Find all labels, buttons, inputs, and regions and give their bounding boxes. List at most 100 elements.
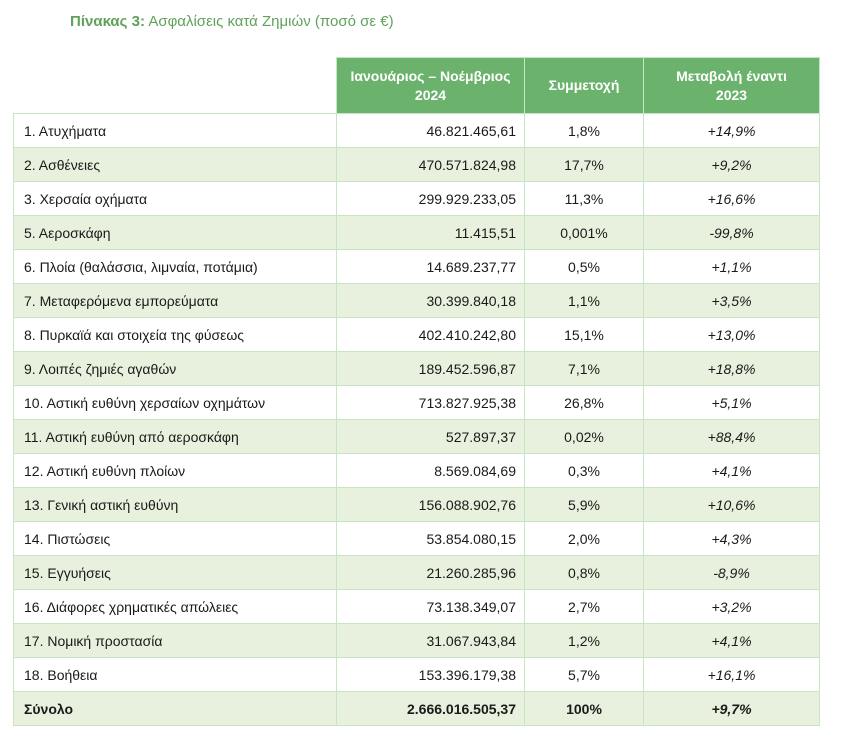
row-category: 13. Γενική αστική ευθύνη <box>13 487 337 522</box>
row-amount: 14.689.237,77 <box>336 249 525 284</box>
table-row: 5. Αεροσκάφη 11.415,51 0,001% -99,8% <box>13 215 820 250</box>
row-change: +88,4% <box>643 419 820 454</box>
table-row: 2. Ασθένειες 470.571.824,98 17,7% +9,2% <box>13 147 820 182</box>
header-period-line1: Ιανουάριος – Νοέμβριος <box>350 67 511 84</box>
row-share: 0,5% <box>524 249 644 284</box>
row-amount: 46.821.465,61 <box>336 113 525 148</box>
row-change: +16,6% <box>643 181 820 216</box>
table-row: 1. Ατυχήματα 46.821.465,61 1,8% +14,9% <box>13 113 820 148</box>
row-amount: 30.399.840,18 <box>336 283 525 318</box>
row-change: +13,0% <box>643 317 820 352</box>
header-change-line1: Μεταβολή έναντι <box>676 67 787 84</box>
row-category: 8. Πυρκαϊά και στοιχεία της φύσεως <box>13 317 337 352</box>
row-share: 0,001% <box>524 215 644 250</box>
row-category: 17. Νομική προστασία <box>13 623 337 658</box>
insurance-table: Ιανουάριος – Νοέμβριος 2024 Συμμετοχή Με… <box>13 57 820 726</box>
row-amount: 299.929.233,05 <box>336 181 525 216</box>
row-amount: 21.260.285,96 <box>336 555 525 590</box>
table-row: 17. Νομική προστασία 31.067.943,84 1,2% +4,… <box>13 623 820 658</box>
total-share: 100% <box>524 691 644 726</box>
row-amount: 713.827.925,38 <box>336 385 525 420</box>
row-amount: 189.452.596,87 <box>336 351 525 386</box>
table-row: 10. Αστική ευθύνη χερσαίων οχημάτων 713.8… <box>13 385 820 420</box>
row-change: -8,9% <box>643 555 820 590</box>
row-share: 0,8% <box>524 555 644 590</box>
row-change: -99,8% <box>643 215 820 250</box>
row-category: 1. Ατυχήματα <box>13 113 337 148</box>
row-change: +1,1% <box>643 249 820 284</box>
table-row: 15. Εγγυήσεις 21.260.285,96 0,8% -8,9% <box>13 555 820 590</box>
table-row: 3. Χερσαία οχήματα 299.929.233,05 11,3% +16… <box>13 181 820 216</box>
row-category: 16. Διάφορες χρηματικές απώλειες <box>13 589 337 624</box>
table-row: 16. Διάφορες χρηματικές απώλειες 73.138.3… <box>13 589 820 624</box>
row-change: +4,3% <box>643 521 820 556</box>
table-row: 12. Αστική ευθύνη πλοίων 8.569.084,69 0,3%… <box>13 453 820 488</box>
row-share: 0,02% <box>524 419 644 454</box>
row-category: 18. Βοήθεια <box>13 657 337 692</box>
table-row: 14. Πιστώσεις 53.854.080,15 2,0% +4,3% <box>13 521 820 556</box>
row-share: 0,3% <box>524 453 644 488</box>
row-amount: 8.569.084,69 <box>336 453 525 488</box>
header-share: Συμμετοχή <box>524 57 644 114</box>
row-share: 2,0% <box>524 521 644 556</box>
row-share: 11,3% <box>524 181 644 216</box>
total-category: Σύνολο <box>13 691 337 726</box>
row-change: +9,2% <box>643 147 820 182</box>
row-share: 1,1% <box>524 283 644 318</box>
row-change: +18,8% <box>643 351 820 386</box>
table-row: 13. Γενική αστική ευθύνη 156.088.902,76 5,… <box>13 487 820 522</box>
row-amount: 53.854.080,15 <box>336 521 525 556</box>
table-caption-label: Πίνακας 3: <box>70 13 145 30</box>
row-change: +3,5% <box>643 283 820 318</box>
row-amount: 156.088.902,76 <box>336 487 525 522</box>
table-caption-text: Ασφαλίσεις κατά Ζημιών (ποσό σε €) <box>148 13 394 30</box>
table-row: 7. Μεταφερόμενα εμπορεύματα 30.399.840,18… <box>13 283 820 318</box>
row-category: 6. Πλοία (θαλάσσια, λιμναία, ποτάμια) <box>13 249 337 284</box>
row-share: 26,8% <box>524 385 644 420</box>
row-change: +16,1% <box>643 657 820 692</box>
row-category: 14. Πιστώσεις <box>13 521 337 556</box>
row-amount: 153.396.179,38 <box>336 657 525 692</box>
row-change: +3,2% <box>643 589 820 624</box>
table-row: 18. Βοήθεια 153.396.179,38 5,7% +16,1% <box>13 657 820 692</box>
header-change: Μεταβολή έναντι 2023 <box>643 57 820 114</box>
row-share: 2,7% <box>524 589 644 624</box>
row-category: 10. Αστική ευθύνη χερσαίων οχημάτων <box>13 385 337 420</box>
row-change: +4,1% <box>643 453 820 488</box>
table-body: 1. Ατυχήματα 46.821.465,61 1,8% +14,9% 2. Ασ… <box>13 113 820 726</box>
header-change-line2: 2023 <box>715 86 748 103</box>
row-share: 1,2% <box>524 623 644 658</box>
total-amount: 2.666.016.505,37 <box>336 691 525 726</box>
total-row: Σύνολο 2.666.016.505,37 100% +9,7% <box>13 691 820 726</box>
header-period-line2: 2024 <box>414 86 447 103</box>
table-caption: Πίνακας 3: Ασφαλίσεις κατά Ζημιών (ποσό … <box>70 13 394 30</box>
row-category: 3. Χερσαία οχήματα <box>13 181 337 216</box>
row-category: 5. Αεροσκάφη <box>13 215 337 250</box>
table-row: 6. Πλοία (θαλάσσια, λιμναία, ποτάμια) 14.… <box>13 249 820 284</box>
header-period: Ιανουάριος – Νοέμβριος 2024 <box>336 57 525 114</box>
row-amount: 11.415,51 <box>336 215 525 250</box>
row-share: 5,9% <box>524 487 644 522</box>
row-share: 17,7% <box>524 147 644 182</box>
row-share: 1,8% <box>524 113 644 148</box>
table-row: 9. Λοιπές ζημιές αγαθών 189.452.596,87 7,1… <box>13 351 820 386</box>
row-share: 5,7% <box>524 657 644 692</box>
row-amount: 402.410.242,80 <box>336 317 525 352</box>
total-change: +9,7% <box>643 691 820 726</box>
row-change: +14,9% <box>643 113 820 148</box>
row-amount: 527.897,37 <box>336 419 525 454</box>
document-page: Πίνακας 3: Ασφαλίσεις κατά Ζημιών (ποσό … <box>0 0 855 747</box>
row-category: 7. Μεταφερόμενα εμπορεύματα <box>13 283 337 318</box>
row-change: +10,6% <box>643 487 820 522</box>
header-row: Ιανουάριος – Νοέμβριος 2024 Συμμετοχή Με… <box>13 57 820 114</box>
table-row: 8. Πυρκαϊά και στοιχεία της φύσεως 402.41… <box>13 317 820 352</box>
header-blank-cell <box>13 57 337 114</box>
row-category: 11. Αστική ευθύνη από αεροσκάφη <box>13 419 337 454</box>
row-amount: 31.067.943,84 <box>336 623 525 658</box>
row-category: 12. Αστική ευθύνη πλοίων <box>13 453 337 488</box>
row-category: 9. Λοιπές ζημιές αγαθών <box>13 351 337 386</box>
row-change: +5,1% <box>643 385 820 420</box>
row-share: 7,1% <box>524 351 644 386</box>
row-share: 15,1% <box>524 317 644 352</box>
row-change: +4,1% <box>643 623 820 658</box>
